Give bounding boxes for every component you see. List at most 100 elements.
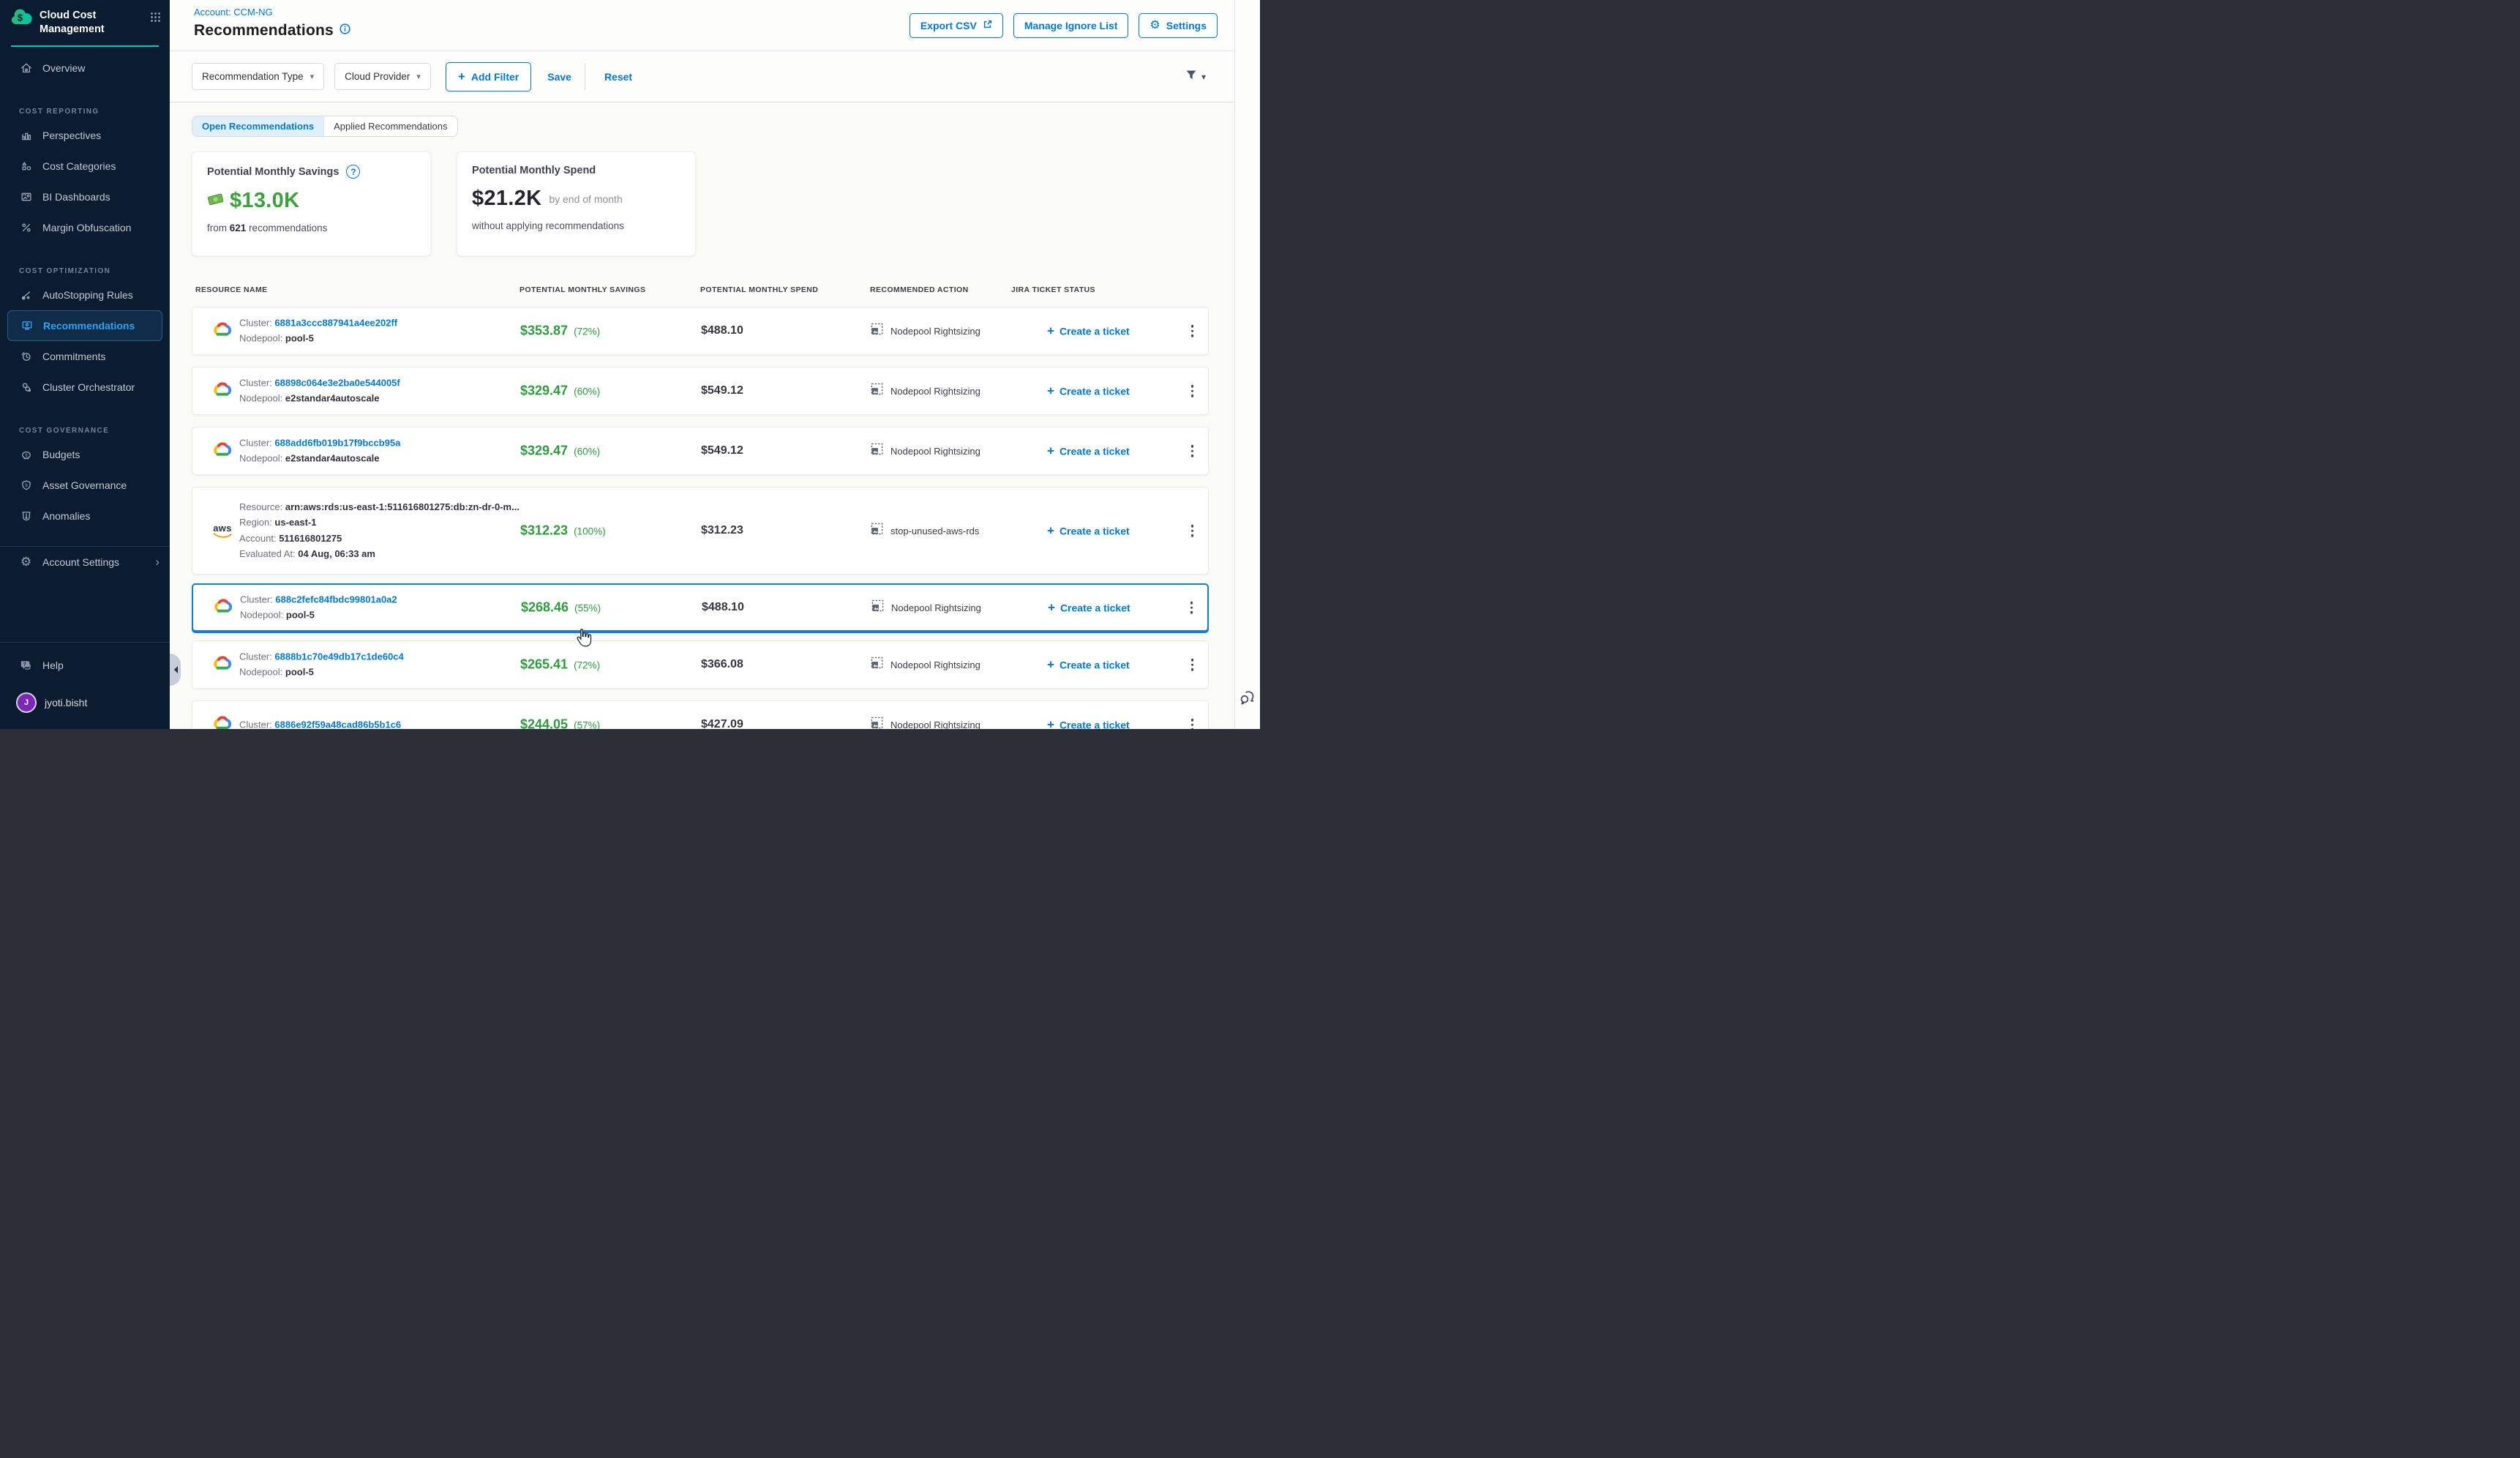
sidebar-item-perspectives[interactable]: Perspectives xyxy=(0,120,170,151)
recommended-action-cell: Nodepool Rightsizing xyxy=(871,717,980,729)
kebab-menu-icon[interactable] xyxy=(1188,599,1196,617)
create-ticket-label: Create a ticket xyxy=(1060,325,1130,337)
resource-line-value: e2standar4autoscale xyxy=(285,393,380,404)
sidebar-item-bi-dashboards[interactable]: BI Dashboards xyxy=(0,182,170,212)
table-row[interactable]: Cluster: 688c2fefc84fbdc99801a0a2 Nodepoo… xyxy=(192,583,1209,632)
table-row[interactable]: Cluster: 68898c064e3e2ba0e544005fNodepoo… xyxy=(192,367,1209,415)
resource-line-value: 511616801275 xyxy=(279,533,342,544)
recommendations-table: Cluster: 6881a3ccc887941a4ee202ff Nodepoo… xyxy=(192,307,1209,729)
resource-line: Nodepool: e2standar4autoscale xyxy=(239,451,400,466)
kebab-menu-icon[interactable] xyxy=(1188,322,1197,340)
sidebar-item-overview[interactable]: Overview xyxy=(0,53,170,83)
percent-icon xyxy=(19,220,33,234)
resource-line-label: Nodepool: xyxy=(239,453,285,464)
create-ticket-link[interactable]: +Create a ticket xyxy=(1047,445,1130,457)
card-title: Potential Monthly Savings xyxy=(207,166,339,178)
sidebar: $ Cloud Cost Management OverviewCOST REP… xyxy=(0,0,170,729)
sidebar-item-cost-categories[interactable]: Cost Categories xyxy=(0,151,170,182)
tab-open-recommendations[interactable]: Open Recommendations xyxy=(192,116,323,136)
chevron-down-icon: ▾ xyxy=(1201,72,1206,82)
help-circle-icon[interactable]: ? xyxy=(346,165,360,179)
sidebar-section-header: COST GOVERNANCE xyxy=(0,416,170,439)
tab-applied-recommendations[interactable]: Applied Recommendations xyxy=(323,116,457,136)
savings-percent: (100%) xyxy=(574,526,606,537)
kebab-menu-icon[interactable] xyxy=(1188,656,1197,674)
create-ticket-link[interactable]: +Create a ticket xyxy=(1047,325,1130,337)
sidebar-item-commitments[interactable]: Commitments xyxy=(0,341,170,372)
savings-amount: $13.0K xyxy=(230,189,299,213)
info-icon[interactable] xyxy=(340,23,350,38)
savings-cell: $312.23(100%) xyxy=(520,523,606,539)
user-menu[interactable]: J jyoti.bisht xyxy=(0,682,170,729)
recommendation-count: 621 xyxy=(230,223,247,233)
resource-details: Cluster: 6886e92f59a48cad86b5b1c6 xyxy=(239,717,401,729)
reset-filter-button[interactable]: Reset xyxy=(604,71,632,83)
create-ticket-link[interactable]: +Create a ticket xyxy=(1047,719,1130,730)
savings-percent: (60%) xyxy=(574,386,600,397)
chat-support-icon[interactable] xyxy=(1240,689,1256,709)
page-header: Account: CCM-NG Recommendations Export C… xyxy=(170,0,1235,51)
kebab-menu-icon[interactable] xyxy=(1188,522,1197,540)
table-row[interactable]: Cluster: 6881a3ccc887941a4ee202ffNodepoo… xyxy=(192,307,1209,355)
manage-ignore-list-button[interactable]: Manage Ignore List xyxy=(1013,13,1129,38)
create-ticket-label: Create a ticket xyxy=(1060,445,1130,457)
sidebar-item-budgets[interactable]: $Budgets xyxy=(0,439,170,470)
recommendations-tabs: Open Recommendations Applied Recommendat… xyxy=(192,116,458,137)
spend-value: $488.10 xyxy=(701,324,743,337)
savings-percent: (72%) xyxy=(574,660,600,671)
add-filter-button[interactable]: + Add Filter xyxy=(446,62,531,91)
summary-cards: Potential Monthly Savings ? $13.0K from … xyxy=(192,152,1235,256)
recommended-action-cell: Nodepool Rightsizing xyxy=(871,599,981,616)
recommendation-type-dropdown[interactable]: Recommendation Type ▾ xyxy=(192,63,324,90)
create-ticket-link[interactable]: +Create a ticket xyxy=(1048,602,1130,614)
rightsizing-icon xyxy=(871,383,883,399)
sidebar-item-anomalies[interactable]: Anomalies xyxy=(0,501,170,531)
cluster-link[interactable]: 68898c064e3e2ba0e544005f xyxy=(274,378,400,389)
cloud-provider-dropdown[interactable]: Cloud Provider ▾ xyxy=(334,63,431,90)
cluster-link[interactable]: 688add6fb019b17f9bccb95a xyxy=(274,438,400,449)
sidebar-item-cluster-orchestrator[interactable]: Cluster Orchestrator xyxy=(0,372,170,403)
resource-line-value: pool-5 xyxy=(285,333,314,344)
resource-details: Resource: arn:aws:rds:us-east-1:51161680… xyxy=(239,499,520,562)
kebab-menu-icon[interactable] xyxy=(1188,442,1197,460)
sidebar-item-margin-obfuscation[interactable]: Margin Obfuscation xyxy=(0,212,170,243)
resource-line-label: Cluster: xyxy=(239,719,274,729)
module-switcher-icon[interactable] xyxy=(150,12,161,26)
resource-line-label: Cluster: xyxy=(240,594,275,605)
sidebar-item-recommendations[interactable]: Recommendations xyxy=(7,310,162,341)
column-header-potential-monthly-spend: POTENTIAL MONTHLY SPEND xyxy=(700,285,818,294)
cluster-link[interactable]: 6886e92f59a48cad86b5b1c6 xyxy=(274,719,401,729)
sidebar-item-asset-governance[interactable]: $Asset Governance xyxy=(0,470,170,501)
main-content: Open Recommendations Applied Recommendat… xyxy=(170,102,1235,729)
filter-panel-toggle[interactable]: ▾ xyxy=(1185,70,1206,84)
account-breadcrumb[interactable]: Account: CCM-NG xyxy=(194,7,273,18)
sidebar-item-autostopping-rules[interactable]: AutoStopping Rules xyxy=(0,280,170,310)
table-row[interactable]: awsResource: arn:aws:rds:us-east-1:51161… xyxy=(192,487,1209,575)
sidebar-item-help[interactable]: ? Help xyxy=(0,648,170,682)
gear-icon: ⚙ xyxy=(19,555,33,569)
column-header-recommended-action: RECOMMENDED ACTION xyxy=(870,285,969,294)
rightsizing-icon xyxy=(871,323,883,339)
save-filter-button[interactable]: Save xyxy=(547,71,571,83)
savings-cell: $265.41(72%) xyxy=(520,657,600,673)
table-row[interactable]: Cluster: 6886e92f59a48cad86b5b1c6$244.05… xyxy=(192,700,1209,729)
export-csv-button[interactable]: Export CSV xyxy=(910,13,1003,38)
cluster-link[interactable]: 6881a3ccc887941a4ee202ff xyxy=(274,318,397,329)
sidebar-item-label: Help xyxy=(42,659,64,671)
create-ticket-link[interactable]: +Create a ticket xyxy=(1047,525,1130,537)
kebab-menu-icon[interactable] xyxy=(1188,382,1197,400)
create-ticket-link[interactable]: +Create a ticket xyxy=(1047,385,1130,397)
sidebar-item-account-settings[interactable]: ⚙ Account Settings › xyxy=(0,547,170,577)
spend-value: $549.12 xyxy=(701,384,743,397)
cluster-link[interactable]: 688c2fefc84fbdc99801a0a2 xyxy=(275,594,397,605)
savings-cell: $353.87(72%) xyxy=(520,324,600,339)
table-row[interactable]: Cluster: 6888b1c70e49db17c1de60c4Nodepoo… xyxy=(192,640,1209,689)
help-chat-icon: ? xyxy=(19,659,33,673)
settings-button[interactable]: ⚙ Settings xyxy=(1139,13,1218,38)
table-row[interactable]: Cluster: 688add6fb019b17f9bccb95aNodepoo… xyxy=(192,427,1209,475)
create-ticket-link[interactable]: +Create a ticket xyxy=(1047,659,1130,671)
kebab-menu-icon[interactable] xyxy=(1188,716,1197,729)
sidebar-item-label: Anomalies xyxy=(42,510,90,522)
resource-line-label: Nodepool: xyxy=(239,333,285,344)
cluster-link[interactable]: 6888b1c70e49db17c1de60c4 xyxy=(274,651,403,662)
